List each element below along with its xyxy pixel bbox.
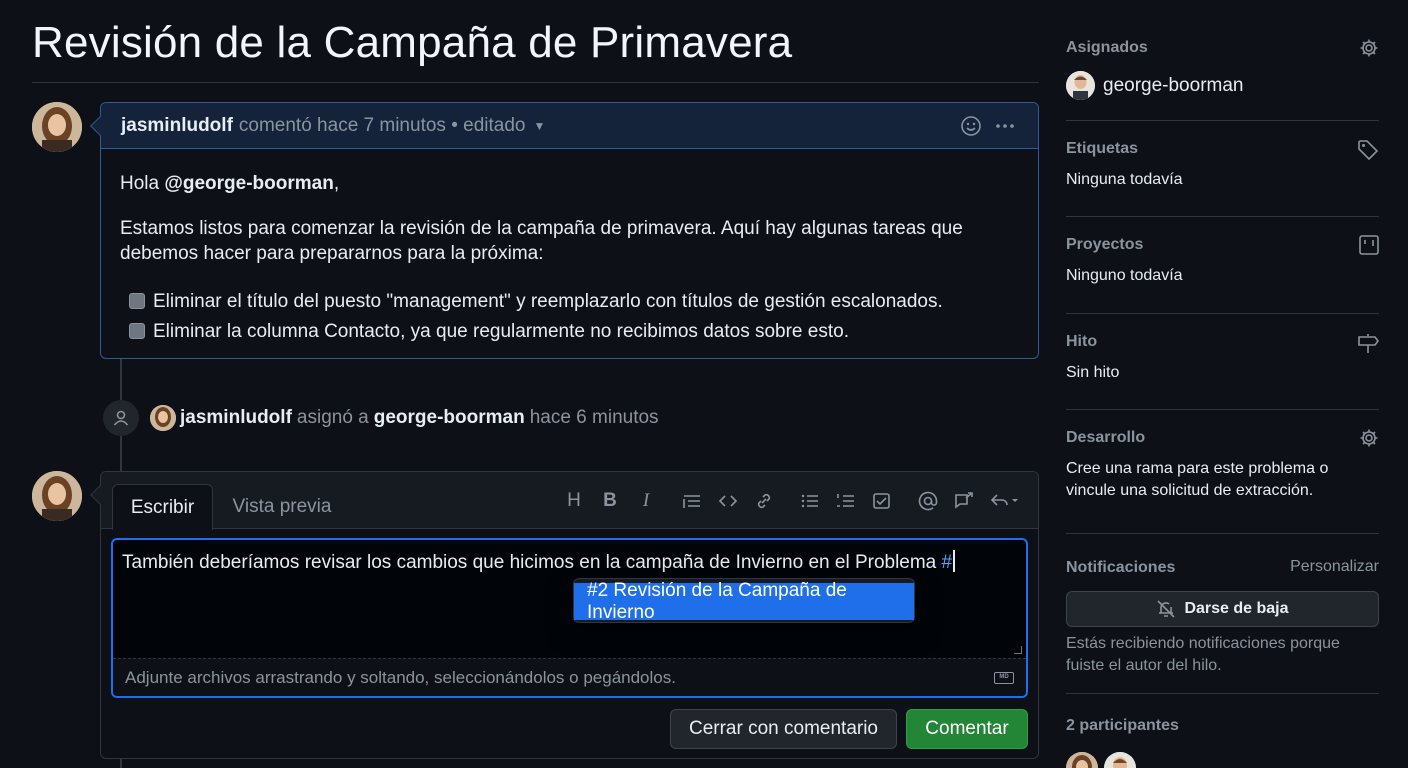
milestone-icon[interactable] [1357,332,1379,354]
woman-avatar-icon [32,102,82,152]
task-checkbox[interactable] [129,323,145,339]
bell-slash-icon [1157,600,1176,618]
task-label: Eliminar el título del puesto "managemen… [153,290,943,312]
projects-heading[interactable]: Proyectos [1066,227,1379,263]
avatar-current-user[interactable] [32,471,82,521]
development-value[interactable]: Cree una rama para este problema o vincu… [1066,458,1379,502]
event-verb: asignó a [296,407,369,428]
event-avatar[interactable] [150,405,176,431]
unsubscribe-label: Darse de baja [1184,600,1289,617]
markdown-toolbar: H B I [556,489,1026,513]
participants-heading: 2 participantes [1066,717,1179,734]
bold-icon[interactable]: B [592,489,628,513]
greeting-suffix: , [333,173,340,194]
quote-icon[interactable] [674,489,710,513]
labels-section: Etiquetas Ninguna todavía [1066,121,1379,217]
task-checkbox[interactable] [129,293,145,309]
add-reaction-icon[interactable] [960,115,982,137]
issue-sidebar: Asignados george-boorman Etiquetas Ningu… [1066,30,1379,768]
event-time[interactable]: hace 6 minutos [530,407,659,429]
tag-icon[interactable] [1357,139,1379,161]
ordered-list-icon[interactable] [828,489,864,513]
timeline-line [120,436,122,471]
greeting-text: Hola [120,173,165,194]
notifications-section: Notificaciones Personalizar Darse de baj… [1066,534,1379,694]
kebab-menu-icon[interactable] [994,115,1016,137]
comment-meta: comentó hace 7 minutos • editado [238,114,526,136]
tab-preview[interactable]: Vista previa [219,484,345,530]
issue-reference-hash: # [941,552,953,573]
task-item: Eliminar la columna Contacto, ya que reg… [129,316,1019,346]
unsubscribe-button[interactable]: Darse de baja [1066,591,1379,627]
saved-replies-icon[interactable] [982,489,1026,513]
development-section: Desarrollo Cree una rama para este probl… [1066,410,1379,534]
milestone-value: Sin hito [1066,364,1120,381]
text-cursor [953,550,955,572]
suggestion-item[interactable]: #2 Revisión de la Campaña de Invierno [574,580,914,623]
editor-header: Escribir Vista previa H B I [101,472,1038,530]
project-board-icon[interactable] [1359,235,1379,255]
projects-value: Ninguno todavía [1066,267,1183,284]
participant-avatar[interactable] [1066,752,1098,768]
unordered-list-icon[interactable] [792,489,828,513]
comment-author[interactable]: jasminludolf [121,115,233,137]
comment-input-text: También deberíamos revisar los cambios q… [122,552,942,573]
assignee-row[interactable]: george-boorman [1066,71,1379,100]
cross-reference-icon[interactable] [946,489,982,513]
markdown-icon[interactable]: MD [994,672,1014,684]
comment-body: Hola @george-boorman, Estamos listos par… [101,149,1038,368]
title-divider [32,82,1039,83]
issue-suggestion-dropdown: #2 Revisión de la Campaña de Invierno [573,578,915,623]
participant-avatar[interactable] [1104,752,1136,768]
comment-header: jasminludolf comentó hace 7 minutos • ed… [101,103,1038,149]
projects-section: Proyectos Ninguno todavía [1066,217,1379,314]
edit-history-caret-icon[interactable]: ▼ [533,119,545,133]
woman-avatar-icon [32,471,82,521]
person-icon [103,400,139,436]
notifications-note: Estás recibiendo notificaciones porque f… [1066,635,1340,674]
development-heading[interactable]: Desarrollo [1066,420,1379,456]
tab-write[interactable]: Escribir [112,484,213,530]
assignees-heading[interactable]: Asignados [1066,30,1379,66]
resize-handle-icon[interactable] [1014,646,1022,654]
gear-icon[interactable] [1359,38,1379,58]
assignee-avatar [1066,71,1095,100]
labels-heading[interactable]: Etiquetas [1066,131,1379,167]
attach-hint: Adjunte archivos arrastrando y soltando,… [125,667,676,687]
comment-paragraph: Estamos listos para comenzar la revisión… [120,218,963,264]
task-item: Eliminar el título del puesto "managemen… [129,286,1019,316]
comment-button[interactable]: Comentar [906,709,1028,749]
timeline-line [120,759,122,768]
customize-link[interactable]: Personalizar [1290,558,1379,576]
greeting: Hola @george-boorman, [120,171,1019,196]
issue-comment: jasminludolf comentó hace 7 minutos • ed… [90,102,1039,359]
link-icon[interactable] [746,489,782,513]
assignment-event: jasminludolf asignó a george-boorman hac… [103,400,659,436]
milestone-section: Hito Sin hito [1066,314,1379,410]
italic-icon[interactable]: I [628,489,664,513]
task-list-icon[interactable] [864,489,900,513]
assignees-section: Asignados george-boorman [1066,30,1379,121]
assignee-name[interactable]: george-boorman [1103,75,1243,97]
mention-icon[interactable] [910,489,946,513]
event-assignee[interactable]: george-boorman [374,407,525,429]
heading-icon[interactable]: H [556,489,592,513]
participants-avatars [1066,752,1379,768]
task-label: Eliminar la columna Contacto, ya que reg… [153,320,849,342]
issue-title: Revisión de la Campaña de Primavera [32,18,793,67]
event-actor[interactable]: jasminludolf [180,407,292,429]
close-with-comment-button[interactable]: Cerrar con comentario [670,709,897,749]
code-icon[interactable] [710,489,746,513]
file-attachment-zone[interactable]: Adjunte archivos arrastrando y soltando,… [113,658,1026,696]
participants-section: 2 participantes [1066,694,1379,768]
gear-icon[interactable] [1359,428,1379,448]
mention-link[interactable]: @george-boorman [164,173,333,194]
milestone-heading[interactable]: Hito [1066,324,1379,360]
avatar-jasminludolf[interactable] [32,102,82,152]
labels-value: Ninguna todavía [1066,171,1183,188]
